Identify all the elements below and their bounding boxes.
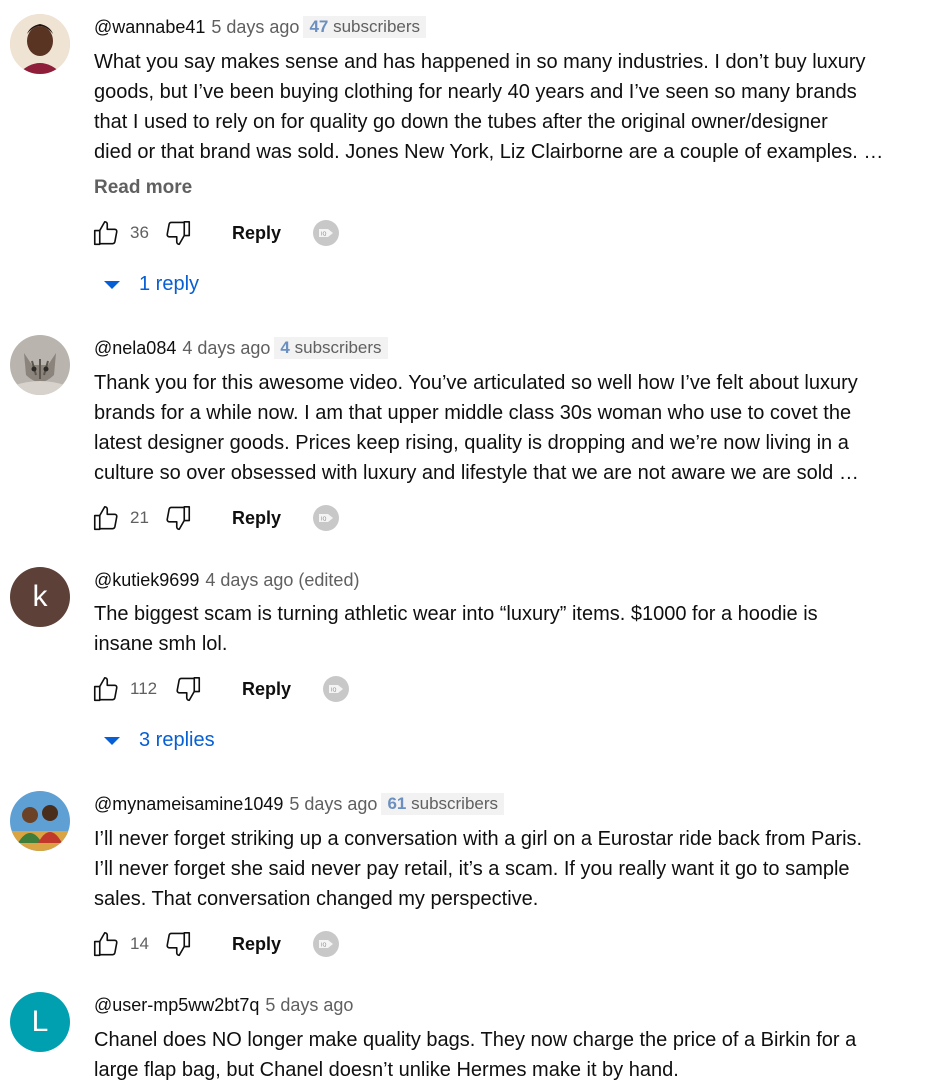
subscribers-badge: 4 subscribers — [274, 337, 388, 359]
author-name[interactable]: @nela084 — [94, 338, 176, 359]
comment-header: @nela084 4 days ago 4 subscribers — [94, 336, 388, 360]
subscribers-badge: 47 subscribers — [303, 16, 427, 38]
reply-button[interactable]: Reply — [242, 679, 291, 700]
caret-down-icon — [104, 737, 120, 745]
dislike-icon[interactable] — [162, 928, 194, 960]
comment-header: @mynameisamine1049 5 days ago 61 subscri… — [94, 792, 505, 816]
subscribers-label: subscribers — [333, 17, 421, 36]
comment-time[interactable]: 4 days ago — [182, 338, 270, 359]
author-name[interactable]: @mynameisamine1049 — [94, 794, 283, 815]
replies-label: 1 reply — [139, 272, 200, 295]
avatar[interactable] — [10, 14, 70, 74]
comment-header: @wannabe41 5 days ago 47 subscribers — [94, 15, 427, 39]
dislike-icon[interactable] — [172, 673, 204, 705]
extension-icon[interactable]: IQ — [323, 676, 350, 702]
svg-text:IQ: IQ — [321, 517, 326, 523]
comment-header: @user-mp5ww2bt7q 5 days ago — [94, 993, 353, 1017]
like-icon[interactable] — [90, 502, 122, 534]
read-more-link[interactable]: Read more — [94, 177, 192, 199]
subscribers-count: 47 — [309, 17, 329, 36]
subscribers-label: subscribers — [294, 338, 382, 357]
like-count: 14 — [130, 934, 149, 953]
comment-toolbar: 36 Reply IQ — [90, 213, 340, 253]
like-icon[interactable] — [90, 217, 122, 249]
dislike-icon[interactable] — [162, 502, 194, 534]
reply-button[interactable]: Reply — [232, 223, 281, 244]
comment-text: The biggest scam is turning athletic wea… — [94, 603, 818, 655]
svg-text:IQ: IQ — [321, 943, 326, 949]
avatar-letter: k — [32, 580, 48, 613]
author-name[interactable]: @kutiek9699 — [94, 570, 199, 591]
comment-time[interactable]: 5 days ago — [289, 794, 377, 815]
comment-text: What you say makes sense and has happene… — [94, 51, 884, 163]
avatar[interactable]: k — [10, 567, 70, 627]
comment-toolbar: 112 Reply IQ — [90, 669, 350, 709]
like-icon[interactable] — [90, 928, 122, 960]
view-replies-button[interactable]: 3 replies — [104, 725, 215, 755]
comment-toolbar: 14 Reply IQ — [90, 924, 340, 964]
subscribers-label: subscribers — [411, 794, 499, 813]
subscribers-count: 4 — [280, 338, 290, 357]
author-name[interactable]: @user-mp5ww2bt7q — [94, 995, 259, 1016]
comment-time[interactable]: 4 days ago (edited) — [205, 570, 359, 591]
svg-text:IQ: IQ — [321, 232, 326, 238]
avatar[interactable] — [10, 335, 70, 395]
avatar[interactable] — [10, 791, 70, 851]
extension-icon[interactable]: IQ — [313, 220, 340, 246]
extension-icon[interactable]: IQ — [313, 505, 340, 531]
like-count: 112 — [130, 679, 158, 698]
like-count: 21 — [130, 508, 149, 527]
like-count: 36 — [130, 223, 149, 242]
like-icon[interactable] — [90, 673, 122, 705]
replies-label: 3 replies — [139, 728, 215, 751]
dislike-icon[interactable] — [162, 217, 194, 249]
comment-text: Thank you for this awesome video. You’ve… — [94, 372, 859, 484]
caret-down-icon — [104, 281, 120, 289]
avatar-letter: L — [31, 1005, 49, 1038]
comment-header: @kutiek9699 4 days ago (edited) — [94, 568, 359, 592]
comment-time[interactable]: 5 days ago — [265, 995, 353, 1016]
comment-toolbar: 21 Reply IQ — [90, 498, 340, 538]
reply-button[interactable]: Reply — [232, 934, 281, 955]
comment-text: Chanel does NO longer make quality bags.… — [94, 1029, 857, 1081]
subscribers-badge: 61 subscribers — [381, 793, 505, 815]
reply-button[interactable]: Reply — [232, 508, 281, 529]
comment-time[interactable]: 5 days ago — [211, 17, 299, 38]
subscribers-count: 61 — [387, 794, 407, 813]
avatar[interactable]: L — [10, 992, 70, 1052]
svg-text:IQ: IQ — [331, 688, 336, 694]
author-name[interactable]: @wannabe41 — [94, 17, 205, 38]
view-replies-button[interactable]: 1 reply — [104, 269, 199, 299]
comment-text: I’ll never forget striking up a conversa… — [94, 828, 863, 910]
extension-icon[interactable]: IQ — [313, 931, 340, 957]
